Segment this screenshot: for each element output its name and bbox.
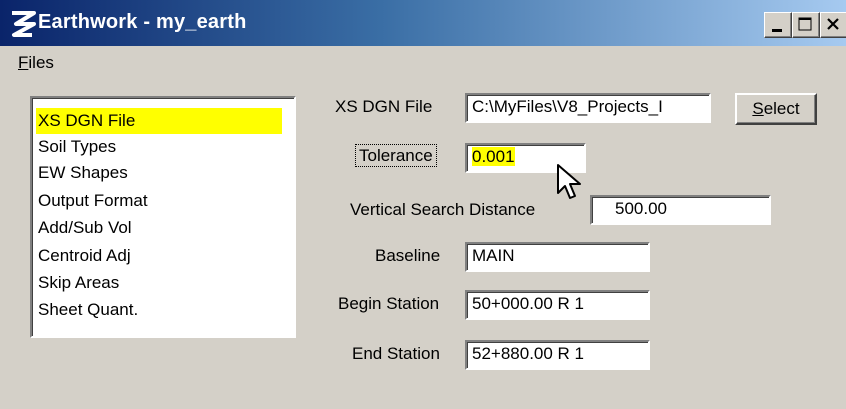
menu-bar: Files (0, 48, 846, 78)
select-button-label: elect (763, 99, 800, 118)
window-title: Earthwork - my_earth (38, 11, 247, 33)
baseline-field[interactable]: MAIN (465, 242, 650, 272)
end-station-label: End Station (352, 344, 440, 363)
minimize-button[interactable] (764, 12, 792, 38)
list-item-ew-shapes[interactable]: EW Shapes (38, 160, 128, 186)
end-station-value: 52+880.00 R 1 (472, 344, 585, 363)
menu-files-label: iles (28, 53, 54, 72)
list-item-sheet-quant[interactable]: Sheet Quant. (38, 297, 138, 323)
minimize-icon (772, 29, 782, 32)
maximize-icon (798, 17, 812, 31)
title-bar[interactable]: Earthwork - my_earth (0, 0, 846, 46)
tolerance-value: 0.001 (472, 147, 515, 166)
baseline-value: MAIN (472, 246, 515, 265)
list-item-centroid-adj[interactable]: Centroid Adj (38, 243, 131, 269)
mouse-cursor-icon (557, 164, 581, 199)
list-item-skip-areas[interactable]: Skip Areas (38, 270, 119, 296)
earthwork-app-icon[interactable] (8, 8, 38, 38)
list-item-xs-dgn-file[interactable]: XS DGN File (36, 108, 282, 134)
list-item-output-format[interactable]: Output Format (38, 188, 148, 214)
begin-station-field[interactable]: 50+000.00 R 1 (465, 290, 650, 320)
end-station-field[interactable]: 52+880.00 R 1 (465, 340, 650, 370)
list-item-add-sub-vol[interactable]: Add/Sub Vol (38, 215, 132, 241)
tolerance-label: Tolerance (355, 144, 437, 167)
xs-dgn-file-field[interactable]: C:\MyFiles\V8_Projects_I (465, 93, 711, 123)
select-button-mnemonic: S (752, 99, 764, 118)
list-item-soil-types[interactable]: Soil Types (38, 134, 116, 160)
category-listbox[interactable]: XS DGN File Soil Types EW Shapes Output … (30, 96, 296, 338)
menu-files[interactable]: Files (18, 53, 54, 73)
begin-station-value: 50+000.00 R 1 (472, 294, 585, 313)
select-button[interactable]: Select (735, 93, 817, 125)
baseline-label: Baseline (375, 246, 441, 265)
close-icon (827, 18, 839, 30)
begin-station-label: Begin Station (338, 294, 440, 313)
vertical-search-distance-field[interactable]: 500.00 (590, 195, 771, 225)
close-button[interactable] (820, 12, 846, 38)
xs-dgn-file-label: XS DGN File (335, 97, 433, 116)
tolerance-label-wrap: Tolerance (355, 144, 437, 167)
maximize-button[interactable] (792, 12, 820, 38)
vertical-search-distance-label: Vertical Search Distance (350, 200, 536, 219)
vertical-search-distance-value: 500.00 (615, 199, 667, 218)
menu-files-mnemonic: F (18, 53, 29, 72)
xs-dgn-file-value: C:\MyFiles\V8_Projects_I (472, 97, 663, 116)
